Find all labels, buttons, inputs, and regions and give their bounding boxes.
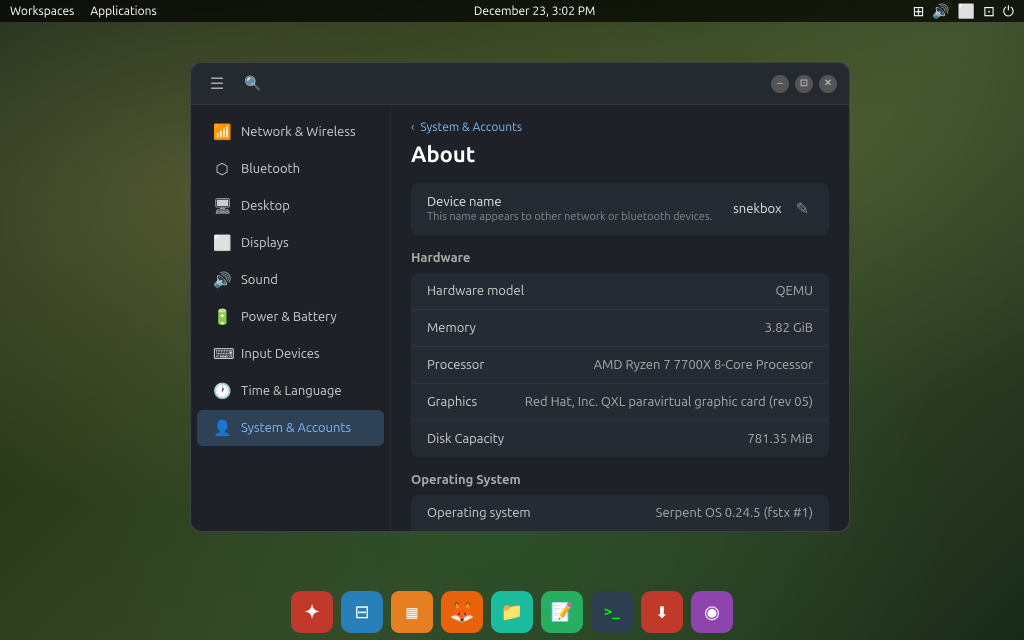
tray-icon-3[interactable]: ⬜: [958, 3, 975, 20]
processor-key: Processor: [427, 358, 484, 372]
minimize-button[interactable]: –: [771, 75, 789, 93]
tray-icon-5[interactable]: ⏻: [1003, 3, 1014, 20]
system-tray: ⊞ 🔊 ⬜ ⊡ ⏻: [913, 3, 1014, 20]
clock: December 23, 3:02 PM: [474, 5, 595, 18]
device-name-edit-button[interactable]: ✎: [792, 195, 813, 223]
os-key: Operating system: [427, 506, 531, 520]
graphics-row: Graphics Red Hat, Inc. QXL paravirtual g…: [411, 384, 829, 421]
sidebar-item-time-language[interactable]: 🕐 Time & Language: [197, 373, 384, 409]
close-button[interactable]: ✕: [819, 75, 837, 93]
hardware-model-row: Hardware model QEMU: [411, 273, 829, 310]
taskbar-top-left: Workspaces Applications: [10, 5, 157, 18]
dock-item-9[interactable]: ◉: [691, 591, 733, 633]
breadcrumb-arrow: ‹: [411, 121, 414, 134]
hardware-model-key: Hardware model: [427, 284, 524, 298]
sidebar-item-desktop[interactable]: 🖥 Desktop: [197, 188, 384, 224]
page-title: About: [411, 142, 829, 167]
sidebar-item-label: Network & Wireless: [241, 125, 356, 139]
hardware-section-title: Hardware: [411, 251, 829, 265]
titlebar-search-button[interactable]: 🔍: [239, 70, 267, 98]
workspaces-menu[interactable]: Workspaces: [10, 5, 74, 18]
tray-icon-2[interactable]: 🔊: [932, 3, 949, 20]
sidebar-item-label: Time & Language: [241, 384, 342, 398]
device-name-value: snekbox ✎: [733, 195, 813, 223]
user-icon: 👤: [213, 419, 231, 437]
dock-item-6[interactable]: 📝: [541, 591, 583, 633]
sidebar-item-bluetooth[interactable]: ⬡ Bluetooth: [197, 151, 384, 187]
sidebar-item-label: Input Devices: [241, 347, 320, 361]
sidebar-item-label: System & Accounts: [241, 421, 351, 435]
sidebar-item-label: Displays: [241, 236, 289, 250]
disk-capacity-value: 781.35 MiB: [747, 432, 813, 446]
taskbar-top: Workspaces Applications December 23, 3:0…: [0, 0, 1024, 22]
taskbar-bottom: ✦ ⊟ ▦ 🦊 📁 📝 >_ ⬇ ◉: [0, 584, 1024, 640]
clock-icon: 🕐: [213, 382, 231, 400]
hardware-model-value: QEMU: [775, 284, 813, 298]
maximize-button[interactable]: ⊡: [795, 75, 813, 93]
network-icon: 📶: [213, 123, 231, 141]
main-content: ‹ System & Accounts About Device name Th…: [391, 105, 849, 531]
hardware-info-table: Hardware model QEMU Memory 3.82 GiB Proc…: [411, 273, 829, 457]
graphics-key: Graphics: [427, 395, 477, 409]
graphics-value: Red Hat, Inc. QXL paravirtual graphic ca…: [525, 395, 813, 409]
settings-sidebar: 📶 Network & Wireless ⬡ Bluetooth 🖥 Deskt…: [191, 105, 391, 531]
disk-capacity-row: Disk Capacity 781.35 MiB: [411, 421, 829, 457]
device-name-card: Device name This name appears to other n…: [411, 183, 829, 235]
dock-item-7[interactable]: >_: [591, 591, 633, 633]
dock-item-2[interactable]: ⊟: [341, 591, 383, 633]
sidebar-item-label: Sound: [241, 273, 278, 287]
disk-capacity-key: Disk Capacity: [427, 432, 504, 446]
sidebar-item-displays[interactable]: ⬜ Displays: [197, 225, 384, 261]
tray-icon-1[interactable]: ⊞: [913, 3, 925, 20]
sidebar-item-network-wireless[interactable]: 📶 Network & Wireless: [197, 114, 384, 150]
breadcrumb[interactable]: ‹ System & Accounts: [411, 121, 829, 134]
os-row: Operating system Serpent OS 0.24.5 (fstx…: [411, 495, 829, 531]
sound-icon: 🔊: [213, 271, 231, 289]
sidebar-item-label: Desktop: [241, 199, 290, 213]
sidebar-item-system-accounts[interactable]: 👤 System & Accounts: [197, 410, 384, 446]
window-body: 📶 Network & Wireless ⬡ Bluetooth 🖥 Deskt…: [191, 105, 849, 531]
dock-item-8[interactable]: ⬇: [641, 591, 683, 633]
displays-icon: ⬜: [213, 234, 231, 252]
dock-item-5[interactable]: 📁: [491, 591, 533, 633]
settings-window: ☰ 🔍 – ⊡ ✕ 📶 Network & Wireless ⬡ Bluetoo…: [190, 62, 850, 532]
memory-value: 3.82 GiB: [765, 321, 813, 335]
sidebar-item-power-battery[interactable]: 🔋 Power & Battery: [197, 299, 384, 335]
os-value: Serpent OS 0.24.5 (fstx #1): [656, 506, 813, 520]
titlebar-menu-icon[interactable]: ☰: [203, 70, 231, 98]
processor-row: Processor AMD Ryzen 7 7700X 8-Core Proce…: [411, 347, 829, 384]
window-titlebar: ☰ 🔍 – ⊡ ✕: [191, 63, 849, 105]
sidebar-item-input-devices[interactable]: ⌨ Input Devices: [197, 336, 384, 372]
sidebar-item-label: Bluetooth: [241, 162, 300, 176]
applications-menu[interactable]: Applications: [90, 5, 156, 18]
search-icon: 🔍: [244, 75, 261, 92]
bluetooth-icon: ⬡: [213, 160, 231, 178]
keyboard-icon: ⌨: [213, 345, 231, 363]
dock-item-3[interactable]: ▦: [391, 591, 433, 633]
device-name-description: This name appears to other network or bl…: [427, 211, 712, 223]
breadcrumb-label: System & Accounts: [420, 121, 522, 134]
sidebar-item-label: Power & Battery: [241, 310, 337, 324]
os-info-table: Operating system Serpent OS 0.24.5 (fstx…: [411, 495, 829, 531]
processor-value: AMD Ryzen 7 7700X 8-Core Processor: [594, 358, 813, 372]
device-name-text: snekbox: [733, 202, 781, 216]
device-name-info: Device name This name appears to other n…: [427, 195, 712, 223]
tray-icon-4[interactable]: ⊡: [983, 3, 995, 20]
dock-item-4[interactable]: 🦊: [441, 591, 483, 633]
memory-key: Memory: [427, 321, 476, 335]
memory-row: Memory 3.82 GiB: [411, 310, 829, 347]
device-name-label: Device name: [427, 195, 712, 209]
os-section-title: Operating System: [411, 473, 829, 487]
battery-icon: 🔋: [213, 308, 231, 326]
window-controls: – ⊡ ✕: [771, 75, 837, 93]
desktop-icon: 🖥: [213, 197, 231, 215]
sidebar-item-sound[interactable]: 🔊 Sound: [197, 262, 384, 298]
dock-item-1[interactable]: ✦: [291, 591, 333, 633]
